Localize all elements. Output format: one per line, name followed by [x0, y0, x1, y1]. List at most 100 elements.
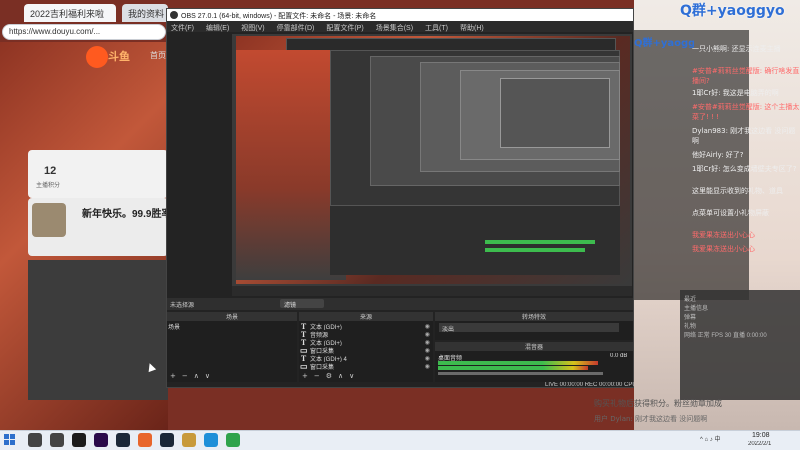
edge-icon[interactable] [204, 433, 218, 447]
window-capture-icon: ▭ [300, 362, 308, 370]
chat-message: #安普#莉莉丝觉醒版: 确行啥发直播间? [692, 67, 800, 85]
bottom-note: 购买礼物后获得积分。粉丝勋章加成 [594, 399, 722, 408]
chat-message: 点菜单可设置小礼物屏蔽 [692, 209, 769, 217]
browser-content-area [28, 260, 168, 400]
move-up-icon[interactable]: ∧ [338, 372, 343, 380]
chat-icon[interactable] [226, 433, 240, 447]
menu-scene-collection[interactable]: 场景集合(S) [376, 23, 413, 32]
visibility-eye-icon[interactable]: ◉ [425, 323, 430, 330]
obs-title-bar[interactable]: OBS 27.0.1 (64-bit, windows) - 配置文件: 未命名… [167, 9, 633, 21]
volume-slider[interactable] [438, 372, 603, 375]
source-name: 窗口采集 [310, 348, 335, 355]
text-source-icon: T [300, 322, 307, 330]
menu-edit[interactable]: 编辑(E) [206, 23, 229, 32]
browser-icon[interactable] [138, 433, 152, 447]
chat-message: 他好Airly: 好了? [692, 151, 744, 159]
gift-message: 我爱果冻送出小心心 [692, 245, 755, 253]
source-item[interactable]: ▭ 窗口采集 ◉ [300, 362, 430, 370]
visibility-eye-icon[interactable]: ◉ [425, 363, 430, 370]
obs-preview-toolbar [232, 286, 632, 296]
source-item[interactable]: T 文本 (GDI+) ◉ [300, 338, 430, 346]
scenes-dock-title: 场景 [167, 312, 297, 321]
text-source-icon: T [300, 338, 307, 346]
clock-time[interactable]: 19:08 [752, 432, 770, 439]
site-logo-text: 斗鱼 [108, 51, 130, 63]
nav-home-link[interactable]: 首页 [150, 50, 166, 61]
add-source-button[interactable]: + [302, 372, 308, 380]
clock-date[interactable]: 2022/2/1 [748, 441, 771, 447]
menu-tools[interactable]: 工具(T) [425, 23, 448, 32]
menu-docks[interactable]: 停靠部件(D) [277, 23, 315, 32]
filters-button[interactable]: 滤镜 [280, 299, 324, 308]
source-name: 音频源 [310, 332, 329, 339]
taskview-icon[interactable] [50, 433, 64, 447]
browser-address-bar[interactable]: https://www.douyu.com/... [2, 24, 166, 40]
text-source-icon: T [300, 354, 307, 362]
visibility-eye-icon[interactable]: ◉ [425, 331, 430, 338]
search-icon[interactable] [28, 433, 42, 447]
scene-list-item[interactable]: 场景 [168, 322, 180, 331]
douyu-logo-icon[interactable] [86, 46, 108, 68]
source-name: 窗口采集 [310, 364, 335, 371]
audio-level-meter [438, 361, 598, 365]
volume-db-readout: 0.0 dB [610, 353, 628, 359]
room-avatar[interactable] [32, 203, 66, 237]
steam2-icon[interactable] [160, 433, 174, 447]
browser-tab-1[interactable]: 2022吉利福利来啦 [24, 4, 116, 22]
info-line: 网络 正常 FPS 30 直播 0:00:00 [684, 333, 767, 339]
steam-icon[interactable] [116, 433, 130, 447]
source-item[interactable]: T 音频源 ◉ [300, 330, 430, 338]
remove-source-button[interactable]: − [314, 372, 320, 380]
chat-header: Q群+yaoggyo [634, 38, 694, 49]
move-down-icon[interactable]: ∨ [349, 372, 354, 380]
menu-help[interactable]: 帮助(H) [460, 23, 484, 32]
menu-view[interactable]: 视图(V) [241, 23, 264, 32]
chat-message: #安普#莉莉丝觉醒版: 这个主播太菜了! ! ! [692, 103, 800, 121]
system-tray[interactable]: ^ ⌂ ♪ 中 [700, 434, 720, 443]
stat-number: 12 [44, 165, 57, 177]
gift-message: 我爱果冻送出小心心 [692, 231, 755, 239]
source-item[interactable]: ▭ 窗口采集 ◉ [300, 346, 430, 354]
obs-icon[interactable] [72, 433, 86, 447]
recursive-preview-layer [500, 78, 610, 148]
stat-label: 主播积分 [36, 183, 61, 189]
menu-file[interactable]: 文件(F) [171, 23, 194, 32]
chat-message: 这里能显示收到的礼物、道具 [692, 187, 783, 195]
chat-message: 一只小熊啊: 还显示连麦主播 [692, 45, 781, 53]
chat-message: 1耶Cr好: 我这是电脑弄的啊 [692, 89, 779, 97]
group-watermark: Q群+yaoggyo [680, 3, 785, 19]
source-properties-gear-icon[interactable]: ⚙ [326, 372, 332, 380]
source-item[interactable]: T 文本 (GDI+) 4 ◉ [300, 354, 430, 362]
add-scene-button[interactable]: + [170, 372, 176, 380]
source-controls: + − ⚙ ∧ ∨ [302, 372, 354, 380]
audio-level-meter [438, 366, 588, 370]
recursive-audio-meter [485, 240, 595, 244]
windows-start-icon[interactable] [4, 434, 16, 446]
info-line[interactable]: 礼物 [684, 323, 796, 332]
visibility-eye-icon[interactable]: ◉ [425, 355, 430, 362]
visibility-eye-icon[interactable]: ◉ [425, 347, 430, 354]
info-line[interactable]: 弹幕 [684, 314, 796, 323]
premiere-icon[interactable] [94, 433, 108, 447]
obs-status-bar: LIVE 00:00:00 REC 00:00:00 CPU: 0.4%, 60… [545, 382, 634, 388]
obs-menu-bar: 文件(F) 编辑(E) 视图(V) 停靠部件(D) 配置文件(P) 场景集合(S… [167, 21, 633, 32]
info-line[interactable]: 最近 [684, 296, 796, 305]
source-name: 文本 (GDI+) [310, 340, 342, 347]
source-toolbar [167, 298, 633, 310]
scene-controls: + − ∧ ∨ [170, 372, 210, 380]
move-up-icon[interactable]: ∧ [194, 372, 199, 380]
info-line[interactable]: 主播信息 [684, 305, 796, 314]
chat-message: 1耶Cr好: 怎么变成墙壁夫专区了? [692, 165, 797, 173]
transition-select[interactable]: 淡出 [439, 323, 619, 332]
visibility-eye-icon[interactable]: ◉ [425, 339, 430, 346]
game-icon[interactable] [182, 433, 196, 447]
menu-profile[interactable]: 配置文件(P) [326, 23, 363, 32]
stream-info-lines: 最近 主播信息 弹幕 礼物 网络 正常 FPS 30 直播 0:00:00 [684, 296, 796, 341]
move-down-icon[interactable]: ∨ [205, 372, 210, 380]
mixer-dock-title: 混音器 [435, 342, 633, 351]
remove-scene-button[interactable]: − [182, 372, 188, 380]
browser-tab-2[interactable]: 我的资料 [122, 4, 168, 22]
chat-message: Dylan983: 刚才我这边看 没问题啊 [692, 127, 796, 145]
source-item[interactable]: T 文本 (GDI+) ◉ [300, 322, 430, 330]
source-name: 文本 (GDI+) [310, 324, 342, 331]
